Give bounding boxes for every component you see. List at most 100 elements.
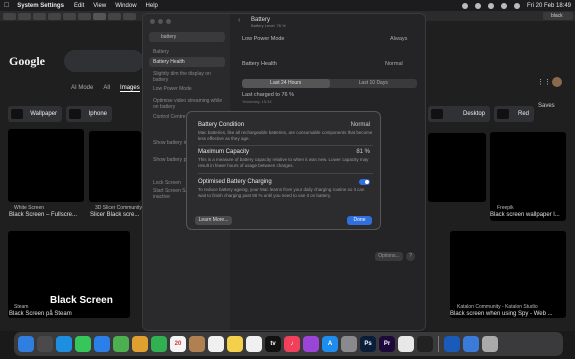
browser-tab[interactable] — [18, 12, 31, 20]
result-image[interactable] — [428, 133, 486, 202]
chrome-icon[interactable] — [398, 336, 414, 352]
tv-icon[interactable]: tv — [265, 336, 281, 352]
browser-tab[interactable] — [78, 12, 91, 20]
sidebar-item-battery-health[interactable]: Battery Health — [149, 57, 225, 67]
result-title[interactable]: Slicer Black scre... — [90, 212, 139, 218]
nav-images[interactable]: Images — [120, 85, 140, 92]
facetime-icon[interactable] — [151, 336, 167, 352]
nav-all[interactable]: All — [103, 85, 110, 92]
podcasts-icon[interactable] — [303, 336, 319, 352]
settings-search-input[interactable]: battery — [149, 32, 225, 42]
browser-tab[interactable] — [93, 12, 106, 20]
battery-icon[interactable] — [474, 2, 481, 9]
control-centre-icon[interactable] — [513, 2, 520, 9]
result-title[interactable]: Black screen when using Spy - Web ... — [450, 311, 553, 317]
sidebar-item-control-centre[interactable]: Control Centre — [153, 114, 186, 120]
premiere-icon[interactable]: Pr — [379, 336, 395, 352]
saves-button[interactable]: Saves — [538, 103, 555, 109]
browser-tab[interactable] — [3, 12, 16, 20]
notes-icon[interactable] — [227, 336, 243, 352]
safari-icon[interactable] — [56, 336, 72, 352]
spotlight-icon[interactable] — [500, 2, 507, 9]
finder-icon[interactable] — [18, 336, 34, 352]
calendar-icon[interactable]: 20 — [170, 336, 186, 352]
sidebar-item-dim-display[interactable]: Slightly dim the display on battery — [153, 71, 223, 83]
browser-tab[interactable] — [48, 12, 61, 20]
divider — [198, 145, 373, 146]
system-settings-icon[interactable] — [341, 336, 357, 352]
app-store-icon[interactable]: A — [322, 336, 338, 352]
result-title[interactable]: Black Screen på Steam — [9, 311, 72, 317]
apps-grid-icon[interactable]: ⋮⋮ — [537, 78, 551, 86]
browser-tab[interactable] — [63, 12, 76, 20]
browser-tab[interactable] — [123, 12, 136, 20]
learn-more-button[interactable]: Learn More... — [195, 216, 232, 225]
menu-edit[interactable]: Edit — [74, 3, 84, 9]
terminal-icon[interactable] — [417, 336, 433, 352]
battery-condition-value: Normal — [350, 122, 370, 128]
music-icon[interactable]: ♪ — [284, 336, 300, 352]
avatar[interactable] — [552, 77, 562, 87]
sidebar-item-low-power[interactable]: Low Power Mode — [153, 86, 192, 92]
trash-icon[interactable] — [482, 336, 498, 352]
options-button[interactable]: Options... — [375, 252, 403, 261]
dock: 20 tv ♪ A Ps Pr — [14, 332, 563, 356]
wifi-icon[interactable] — [487, 2, 494, 9]
menu-window[interactable]: Window — [115, 3, 136, 9]
menu-view[interactable]: View — [93, 3, 106, 9]
result-title[interactable]: Black Screen – Fullscre... — [9, 212, 77, 218]
optimised-charging-toggle[interactable] — [359, 179, 370, 185]
active-browser-tab[interactable]: black scre — [543, 12, 573, 27]
google-logo[interactable]: Google — [9, 54, 45, 69]
minimize-window-button[interactable] — [158, 19, 163, 24]
help-button[interactable]: ? — [406, 252, 415, 261]
photoshop-icon[interactable]: Ps — [360, 336, 376, 352]
screen-mirroring-icon[interactable] — [461, 2, 468, 9]
sidebar-section-battery[interactable]: Battery — [153, 49, 169, 55]
low-power-label: Low Power Mode — [242, 36, 285, 42]
reminders-icon[interactable] — [208, 336, 224, 352]
last-charged-label: Last charged to 76 % — [242, 92, 294, 98]
chip-iphone[interactable]: Iphone — [66, 106, 112, 122]
result-image[interactable] — [89, 131, 141, 202]
messages-icon[interactable] — [75, 336, 91, 352]
chip-red[interactable]: Red — [494, 106, 534, 122]
mail-icon[interactable] — [94, 336, 110, 352]
contacts-icon[interactable] — [189, 336, 205, 352]
menu-help[interactable]: Help — [146, 3, 158, 9]
menu-clock[interactable]: Fri 20 Feb 18:49 — [527, 3, 571, 9]
low-power-select[interactable]: Always — [390, 36, 407, 42]
battery-condition-title: Battery Condition — [198, 122, 245, 128]
result-image[interactable] — [8, 129, 84, 202]
result-title[interactable]: Black screen wallpaper l... — [490, 212, 560, 218]
history-segmented-control: Last 24 Hours Last 10 Days — [242, 79, 417, 88]
battery-level-subtitle: Battery Level: 76 % — [251, 23, 286, 28]
back-chevron-icon[interactable]: ‹ — [238, 17, 240, 24]
files-icon[interactable] — [463, 336, 479, 352]
sidebar-item-lock-screen[interactable]: Lock Screen — [153, 180, 181, 186]
launchpad-icon[interactable] — [37, 336, 53, 352]
chip-wallpaper[interactable]: Wallpaper — [8, 106, 62, 122]
apple-menu-icon[interactable]:  — [4, 2, 9, 9]
google-search-bar[interactable] — [64, 50, 144, 72]
done-button[interactable]: Done — [347, 216, 372, 225]
tab-last-10-days[interactable]: Last 10 Days — [330, 79, 418, 88]
photos-icon[interactable] — [132, 336, 148, 352]
maps-icon[interactable] — [113, 336, 129, 352]
nav-ai-mode[interactable]: AI Mode — [71, 85, 93, 92]
browser-tab[interactable] — [108, 12, 121, 20]
sidebar-item-video-streaming[interactable]: Optimise video streaming while on batter… — [153, 98, 223, 110]
zoom-window-button[interactable] — [166, 19, 171, 24]
tab-last-24-hours[interactable]: Last 24 Hours — [242, 79, 330, 88]
divider — [198, 173, 373, 174]
freeform-icon[interactable] — [246, 336, 262, 352]
word-icon[interactable] — [444, 336, 460, 352]
close-window-button[interactable] — [150, 19, 155, 24]
browser-tab[interactable] — [33, 12, 46, 20]
optimised-charging-desc: To reduce battery ageing, your Mac learn… — [198, 187, 365, 198]
result-source: Katalon Community - Katalon Studio — [457, 304, 538, 310]
chip-desktop[interactable]: Desktop — [428, 106, 490, 122]
maximum-capacity-title: Maximum Capacity — [198, 149, 250, 155]
app-menu[interactable]: System Settings — [17, 3, 64, 9]
google-nav: AI Mode All Images — [71, 85, 140, 92]
